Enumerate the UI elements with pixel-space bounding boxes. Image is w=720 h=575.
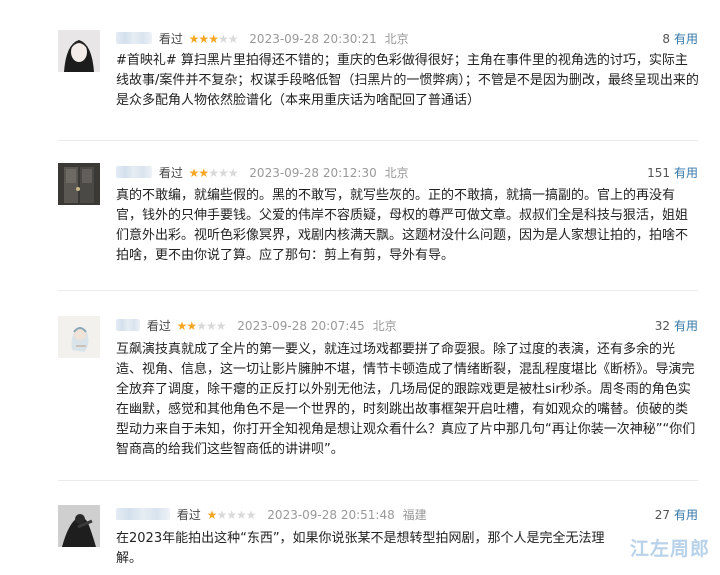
review-time: 2023-09-28 20:07:45 [237, 319, 365, 333]
avatar[interactable] [58, 505, 100, 547]
review-content: #首映礼# 算扫黑片里拍得还不错的；重庆的色彩做得很好；主角在事件里的视角选的讨… [116, 53, 699, 108]
useful-votes: 27 有用 [655, 505, 698, 525]
avatar[interactable] [58, 316, 100, 358]
watermark: 江左周郎 [629, 538, 710, 560]
rating-stars: ★★★★★ [176, 319, 227, 333]
blurred-username[interactable] [116, 166, 152, 178]
blurred-username[interactable] [116, 508, 170, 520]
avatar[interactable] [58, 30, 100, 72]
useful-button[interactable]: 有用 [674, 508, 698, 522]
blurred-username[interactable] [116, 32, 152, 44]
review-content: 互飙演技真就成了全片的第一要义，就连过场戏都要拼了命耍狠。除了过度的表演，还有多… [116, 342, 696, 457]
review-meta: 看过 ★★★★★ 2023-09-28 20:12:30 北京 [116, 163, 409, 183]
rating-stars: ★★★★★ [206, 508, 257, 522]
watched-label: 看过 [158, 32, 183, 46]
useful-count: 27 [654, 508, 670, 522]
review-time: 2023-09-28 20:12:30 [249, 166, 377, 180]
divider [58, 290, 698, 291]
watched-label: 看过 [176, 508, 201, 522]
rating-stars: ★★★★★ [188, 166, 239, 180]
review-content: 真的不敢编，就编些假的。黑的不敢写，就写些灰的。正的不敢搞，就搞一搞副的。官上的… [116, 188, 689, 263]
review-location: 北京 [384, 32, 409, 46]
review-location: 北京 [372, 319, 397, 333]
avatar[interactable] [58, 163, 100, 205]
review-location: 北京 [384, 166, 409, 180]
useful-votes: 32 有用 [655, 316, 698, 336]
review-time: 2023-09-28 20:30:21 [249, 32, 377, 46]
review-location: 福建 [402, 508, 427, 522]
divider [58, 140, 698, 141]
useful-count: 151 [647, 166, 670, 180]
divider [58, 480, 698, 481]
useful-votes: 151 有用 [647, 163, 698, 183]
useful-button[interactable]: 有用 [674, 319, 698, 333]
watched-label: 看过 [158, 166, 183, 180]
review-time: 2023-09-28 20:51:48 [267, 508, 395, 522]
useful-votes: 8 有用 [662, 29, 698, 49]
review-meta: 看过 ★★★★★ 2023-09-28 20:30:21 北京 [116, 29, 409, 49]
rating-stars: ★★★★★ [188, 32, 239, 46]
watched-label: 看过 [146, 319, 171, 333]
useful-count: 32 [654, 319, 670, 333]
review-meta: 看过 ★★★★★ 2023-09-28 20:07:45 北京 [116, 316, 397, 336]
useful-count: 8 [662, 32, 670, 46]
useful-button[interactable]: 有用 [674, 32, 698, 46]
review-content: 在2023年能拍出这种“东西”，如果你说张某不是想转型拍网剧，那个人是完全无法理… [116, 531, 605, 566]
blurred-username[interactable] [116, 319, 140, 331]
review-meta: 看过 ★★★★★ 2023-09-28 20:51:48 福建 [116, 505, 427, 525]
useful-button[interactable]: 有用 [674, 166, 698, 180]
